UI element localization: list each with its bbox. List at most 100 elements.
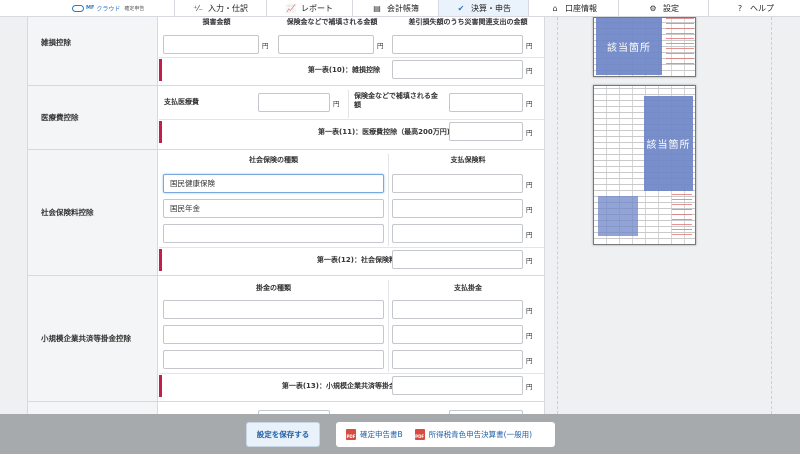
- logo-sub: 確定申告: [124, 5, 145, 12]
- main-nav: ⁺⁄₋ 入力・仕訳 📈 レポート ▤ 会計帳簿 ✔ 決算・申告 ⌂ 口座情報 ⚙ 設定? ヘルプ: [174, 0, 800, 16]
- nav-item-5[interactable]: ⚙ 設定: [618, 0, 708, 16]
- contribution-paid-input-2[interactable]: [392, 325, 523, 344]
- casualty-loss-label: 雑損控除: [28, 17, 158, 85]
- small-business-total-input[interactable]: [392, 376, 523, 395]
- insurance-type-input-2[interactable]: [163, 199, 384, 218]
- red-form-section: [672, 194, 692, 239]
- pdf-icon: PDF: [346, 429, 356, 440]
- pdf-link-return-b[interactable]: PDF 確定申告書B: [336, 429, 403, 440]
- insurance-type-input-1[interactable]: [163, 174, 384, 193]
- col-insurance-type: 社会保険の種類: [249, 156, 298, 164]
- save-settings-button[interactable]: 設定を保存する: [246, 422, 320, 447]
- cloud-logo-icon: [72, 4, 84, 12]
- nav-item-2[interactable]: ▤ 会計帳簿: [352, 0, 438, 16]
- col-contribution-paid: 支払掛金: [454, 284, 482, 292]
- medical-paid-input[interactable]: [258, 93, 330, 112]
- highlight-area-2: 該当箇所: [644, 96, 693, 191]
- contribution-type-input-3[interactable]: [163, 350, 384, 369]
- summary-marker: [159, 375, 162, 397]
- yen-unit: 円: [377, 42, 384, 50]
- row-divider: [159, 373, 544, 374]
- form-preview-panel: 該当箇所 該当箇所: [557, 17, 772, 414]
- pdf-link-blue-return[interactable]: PDF 所得税青色申告決算書(一般用): [403, 429, 532, 440]
- casualty-total-input[interactable]: [392, 60, 523, 79]
- yen-unit: 円: [526, 307, 533, 315]
- disaster-amount-input[interactable]: [392, 35, 523, 54]
- section-next: [28, 402, 544, 414]
- pdf-icon: PDF: [414, 429, 425, 440]
- casualty-summary-label: 第一表(10)：雑損控除: [307, 66, 380, 74]
- medical-summary-label: 第一表(11)：医療費控除（最高200万円): [318, 128, 450, 136]
- top-nav-bar: MF クラウド 確定申告 ⁺⁄₋ 入力・仕訳 📈 レポート ▤ 会計帳簿 ✔ 決算・申告 ⌂ 口座…: [0, 0, 800, 17]
- logo-brand: クラウド: [96, 5, 121, 13]
- contribution-paid-input-1[interactable]: [392, 300, 523, 319]
- deduction-form: 雑損控除 損害金額 保険金などで補填される金額 差引損失額のうち災害関連支出の金…: [27, 17, 545, 414]
- pdf-link-return-b-label: 確定申告書B: [360, 430, 403, 439]
- premium-paid-input-2[interactable]: [392, 199, 523, 218]
- yen-unit: 円: [526, 100, 533, 108]
- question-icon: ?: [737, 3, 743, 13]
- summary-marker: [159, 59, 162, 81]
- nav-item-4[interactable]: ⌂ 口座情報: [528, 0, 618, 16]
- nav-item-1[interactable]: 📈 レポート: [266, 0, 352, 16]
- app-logo[interactable]: MF クラウド 確定申告: [0, 0, 174, 16]
- nav-item-label: レポート: [301, 3, 333, 13]
- nav-item-0[interactable]: ⁺⁄₋ 入力・仕訳: [174, 0, 266, 16]
- cell-divider: [348, 90, 349, 118]
- nav-item-label: 設定: [663, 3, 679, 13]
- medical-insurance-input[interactable]: [449, 93, 523, 112]
- row-divider: [159, 247, 544, 248]
- cell-divider: [388, 280, 389, 372]
- summary-marker: [159, 121, 162, 143]
- form-preview-page-2[interactable]: 該当箇所: [593, 85, 696, 245]
- small-business-label: 小規模企業共済等掛金控除: [28, 276, 158, 401]
- row-divider: [159, 57, 544, 58]
- col-disaster-amount: 差引損失額のうち災害関連支出の金額: [408, 18, 528, 26]
- form-preview-page-1[interactable]: 該当箇所: [593, 17, 696, 77]
- medical-total-input[interactable]: [449, 122, 523, 141]
- contribution-paid-input-3[interactable]: [392, 350, 523, 369]
- medical-paid-label: 支払医療費: [164, 98, 199, 106]
- cell-divider: [388, 154, 389, 246]
- row-divider: [159, 119, 544, 120]
- premium-paid-input-1[interactable]: [392, 174, 523, 193]
- section-social-insurance: 社会保険料控除 社会保険の種類 支払保険料 円 円 円 第一表(12)：社会保険…: [28, 150, 544, 276]
- nav-item-label: 入力・仕訳: [208, 3, 248, 13]
- yen-unit: 円: [526, 67, 533, 75]
- insurance-amount-input[interactable]: [278, 35, 374, 54]
- check-icon: ✔: [457, 3, 465, 13]
- contribution-type-input-1[interactable]: [163, 300, 384, 319]
- insurance-type-input-3[interactable]: [163, 224, 384, 243]
- nav-item-6[interactable]: ? ヘルプ: [708, 0, 800, 16]
- social-insurance-label: 社会保険料控除: [28, 150, 158, 275]
- highlight-label-2: 該当箇所: [646, 140, 691, 151]
- yen-unit: 円: [526, 129, 533, 137]
- section-medical: 医療費控除 支払医療費 円 保険金などで補填される金額 円 第一表(11)：医療…: [28, 86, 544, 150]
- nav-item-label: 会計帳簿: [387, 3, 419, 13]
- col-insurance-amount: 保険金などで補填される金額: [286, 18, 378, 26]
- line-chart-icon: 📈: [286, 3, 296, 13]
- yen-unit: 円: [526, 42, 533, 50]
- yen-unit: 円: [526, 357, 533, 365]
- yen-unit: 円: [333, 100, 340, 108]
- social-total-input[interactable]: [392, 250, 523, 269]
- damage-amount-input[interactable]: [163, 35, 259, 54]
- premium-paid-input-3[interactable]: [392, 224, 523, 243]
- red-form-section: [666, 18, 694, 68]
- nav-item-3[interactable]: ✔ 決算・申告: [438, 0, 528, 16]
- app-root: MF クラウド 確定申告 ⁺⁄₋ 入力・仕訳 📈 レポート ▤ 会計帳簿 ✔ 決算・申告 ⌂ 口座…: [0, 0, 800, 454]
- nav-item-label: ヘルプ: [750, 3, 774, 13]
- yen-unit: 円: [526, 181, 533, 189]
- yen-unit: 円: [526, 206, 533, 214]
- plus-minus-icon: ⁺⁄₋: [193, 3, 203, 13]
- small-business-summary-label: 第一表(13)：小規模企業共済等掛金控除: [281, 382, 410, 390]
- section-small-business: 小規模企業共済等掛金控除 掛金の種類 支払掛金 円 円 円 第一表(13)：小規…: [28, 276, 544, 402]
- col-premium-paid: 支払保険料: [450, 156, 486, 164]
- contribution-type-input-2[interactable]: [163, 325, 384, 344]
- logo-mf: MF: [86, 4, 95, 11]
- home-icon: ⌂: [552, 3, 558, 13]
- col-contribution-type: 掛金の種類: [256, 284, 291, 292]
- yen-unit: 円: [526, 257, 533, 265]
- next-section-label: [28, 402, 158, 414]
- pdf-link-blue-return-label: 所得税青色申告決算書(一般用): [428, 430, 533, 439]
